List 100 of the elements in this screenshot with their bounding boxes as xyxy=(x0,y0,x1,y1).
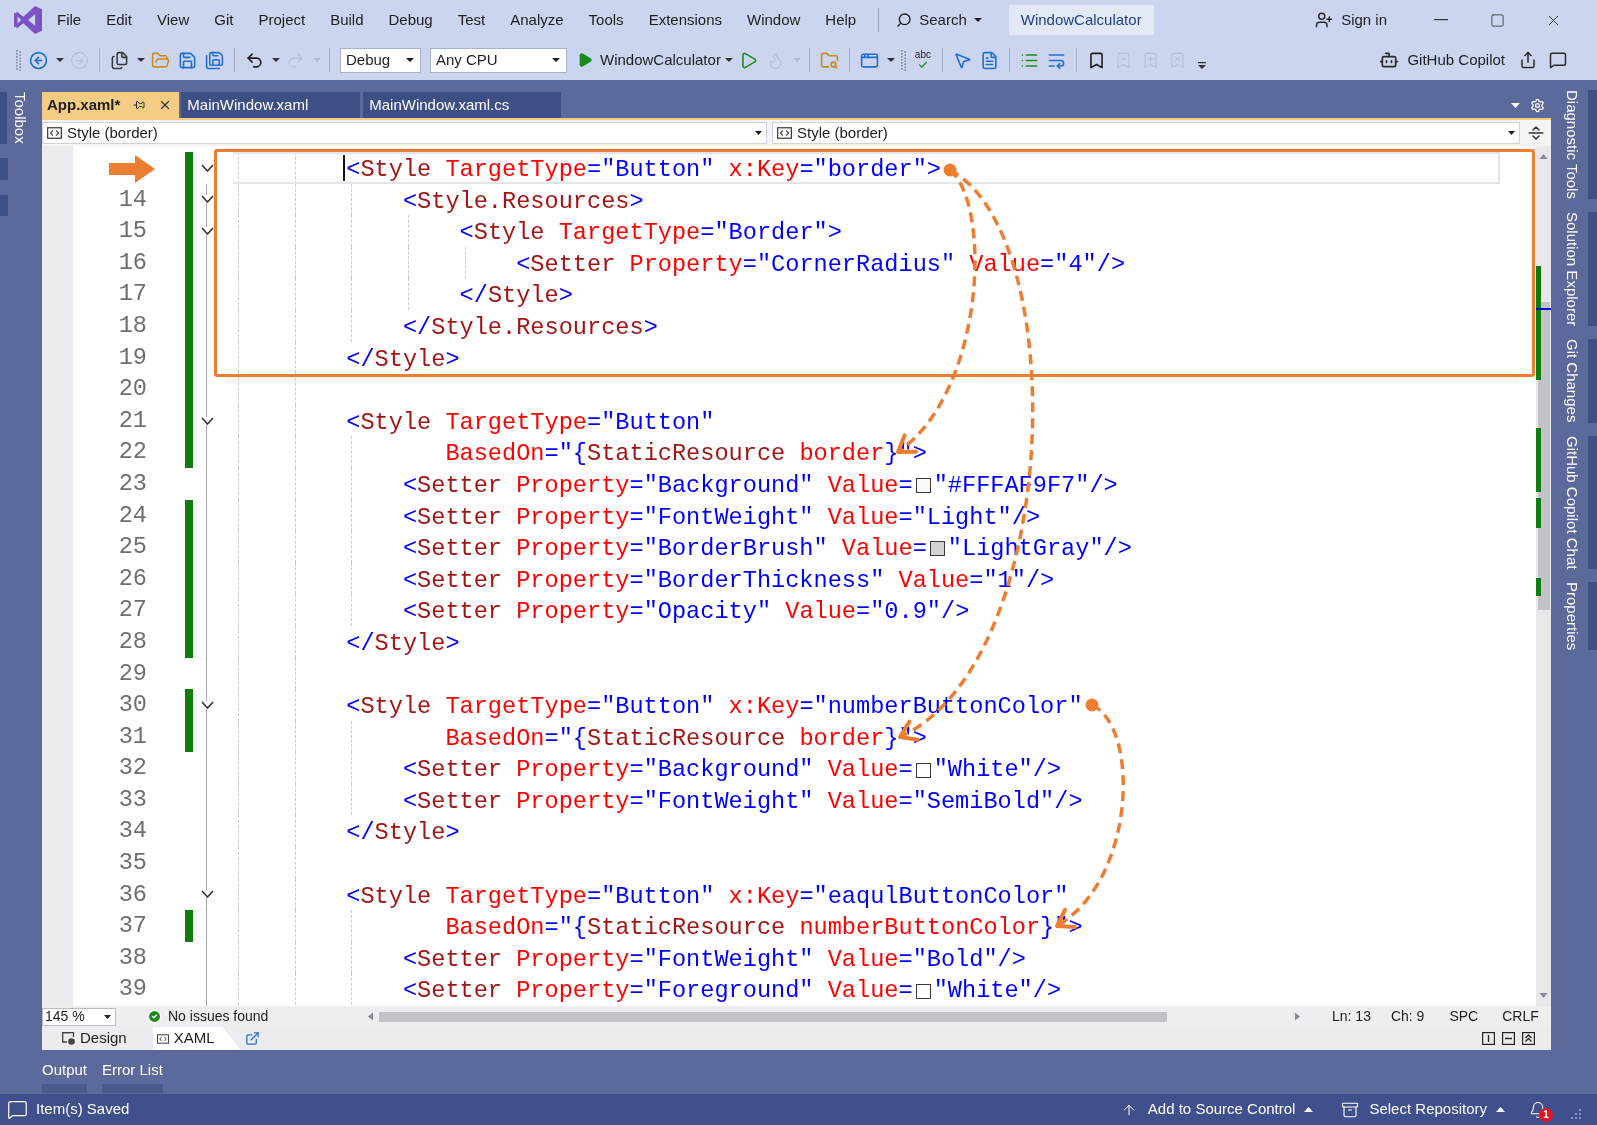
chevron-down-icon[interactable] xyxy=(200,416,214,425)
resize-grip-icon[interactable] xyxy=(1571,1108,1581,1119)
view-tab[interactable]: XAML xyxy=(152,1027,241,1050)
grip-icon[interactable] xyxy=(900,49,906,71)
collapse-pane-icon[interactable] xyxy=(1522,1032,1535,1045)
menu-item[interactable]: Edit xyxy=(106,10,133,30)
caret-icon xyxy=(1508,131,1515,135)
chevron-down-icon[interactable] xyxy=(200,890,214,899)
menu-item[interactable]: Analyze xyxy=(510,10,564,30)
split-rows-icon[interactable] xyxy=(1502,1032,1515,1045)
caret-icon xyxy=(406,58,414,62)
navigation-dropdown[interactable]: Style (border) xyxy=(772,122,1520,144)
menu-item[interactable]: Window xyxy=(747,10,801,30)
repository-button[interactable]: Select Repository xyxy=(1341,1098,1505,1121)
grip-icon[interactable] xyxy=(16,49,21,71)
line-number: 22 xyxy=(118,437,147,468)
chevron-down-icon[interactable] xyxy=(200,195,214,204)
search-button[interactable]: Search xyxy=(896,8,982,32)
scrollbar-thumb[interactable] xyxy=(379,1011,1167,1022)
window-title: WindowCalculator xyxy=(1008,5,1154,35)
line-number: 37 xyxy=(118,911,147,942)
navigation-dropdown[interactable]: Style (border) xyxy=(42,122,767,144)
menu-item[interactable]: Tools xyxy=(588,10,624,30)
zoom-dropdown[interactable]: 145 % xyxy=(42,1007,116,1026)
code-line: </Style> xyxy=(459,281,573,312)
document-tab[interactable]: MainWindow.xaml.cs xyxy=(363,92,562,118)
start-button[interactable]: WindowCalculator xyxy=(577,47,721,73)
external-link-icon[interactable] xyxy=(244,1031,260,1046)
maximize-icon xyxy=(1489,12,1505,28)
document-tab[interactable]: App.xaml* xyxy=(42,92,180,118)
caret-icon xyxy=(1511,102,1520,108)
spell-check-button[interactable]: abc xyxy=(909,47,936,73)
menu-item[interactable]: Debug xyxy=(388,10,433,30)
line-number: 36 xyxy=(118,879,147,910)
chevron-down-icon[interactable] xyxy=(200,700,214,709)
brackets-icon xyxy=(47,127,62,139)
code-line: <Style.Resources> xyxy=(402,186,644,217)
menu-item[interactable]: Project xyxy=(258,10,306,30)
overflow-icon xyxy=(1197,62,1206,69)
status-message: Item(s) Saved xyxy=(36,1099,130,1120)
menu-item[interactable]: Build xyxy=(330,10,364,30)
menu-item[interactable]: Extensions xyxy=(648,10,722,30)
save-all-icon xyxy=(205,50,224,70)
chevron-down-icon[interactable] xyxy=(200,163,214,172)
caret-icon xyxy=(973,18,982,22)
pin-icon[interactable] xyxy=(133,99,146,111)
split-columns-icon[interactable] xyxy=(1482,1032,1495,1045)
document-tab[interactable]: MainWindow.xaml xyxy=(181,92,361,118)
sign-in-button[interactable]: Sign in xyxy=(1315,8,1387,32)
menu-item[interactable]: File xyxy=(57,10,82,30)
dock-tab[interactable]: Properties xyxy=(1556,582,1597,651)
source-control-button[interactable]: Add to Source Control xyxy=(1120,1098,1314,1121)
menu-item[interactable]: View xyxy=(157,10,190,30)
speech-bubble-icon[interactable] xyxy=(7,1099,28,1120)
configuration-dropdown[interactable]: Debug xyxy=(340,47,421,73)
settings-icon[interactable] xyxy=(1530,97,1545,113)
caret-up-icon xyxy=(1496,1107,1505,1112)
issues-status[interactable]: No issues found xyxy=(168,1006,269,1027)
line-endings[interactable]: CRLF xyxy=(1502,1006,1539,1027)
scroll-left-icon[interactable] xyxy=(368,1012,373,1021)
design-surface-icon xyxy=(62,1032,75,1045)
code-text: "White"/> xyxy=(933,976,1062,1006)
bot-icon xyxy=(1379,50,1400,70)
dock-tab[interactable]: Git Changes xyxy=(1556,339,1597,423)
copilot-button[interactable]: GitHub Copilot xyxy=(1379,48,1505,72)
indentation-mode[interactable]: SPC xyxy=(1449,1006,1479,1027)
code-line: <Style TargetType="Button" x:Key="eaqulButtonColor" xyxy=(346,881,1069,912)
menu-item[interactable]: Help xyxy=(825,10,857,30)
caret-position-mark xyxy=(1536,308,1551,310)
brackets-icon xyxy=(156,1033,169,1044)
line-position[interactable]: Ln: 13 xyxy=(1332,1006,1371,1027)
menu-item[interactable]: Test xyxy=(457,10,486,30)
dock-tab[interactable]: Diagnostic Tools xyxy=(1556,90,1597,199)
change-mark xyxy=(1536,498,1541,528)
caret-icon xyxy=(552,58,560,62)
code-text: "LightGray"/> xyxy=(947,534,1132,565)
platform-dropdown[interactable]: Any CPU xyxy=(430,47,567,73)
line-number: 21 xyxy=(118,405,147,436)
line-number: 14 xyxy=(118,184,147,215)
chevron-down-icon[interactable] xyxy=(200,227,214,235)
archive-icon xyxy=(1341,1100,1360,1119)
brackets-icon xyxy=(777,127,792,139)
scroll-down-icon[interactable] xyxy=(1539,993,1548,998)
code-text: "White"/> xyxy=(933,755,1062,786)
menu-item[interactable]: Git xyxy=(214,10,234,30)
notification-badge: 1 xyxy=(1539,1107,1553,1122)
scroll-right-icon[interactable] xyxy=(1295,1012,1300,1021)
folder-search-icon xyxy=(819,50,839,70)
change-mark xyxy=(1536,578,1541,596)
dock-tab[interactable]: Solution Explorer xyxy=(1556,211,1597,327)
line-number: 30 xyxy=(118,690,147,721)
code-line: </Style> xyxy=(346,344,460,375)
scroll-up-icon[interactable] xyxy=(1539,154,1548,159)
user-plus-icon xyxy=(1315,11,1334,29)
line-number: 17 xyxy=(118,279,147,310)
dock-tab[interactable]: GitHub Copilot Chat xyxy=(1556,435,1597,569)
line-number: 26 xyxy=(118,563,147,594)
change-mark xyxy=(1536,428,1541,492)
line-number: 33 xyxy=(118,784,147,815)
column-position[interactable]: Ch: 9 xyxy=(1390,1006,1425,1027)
